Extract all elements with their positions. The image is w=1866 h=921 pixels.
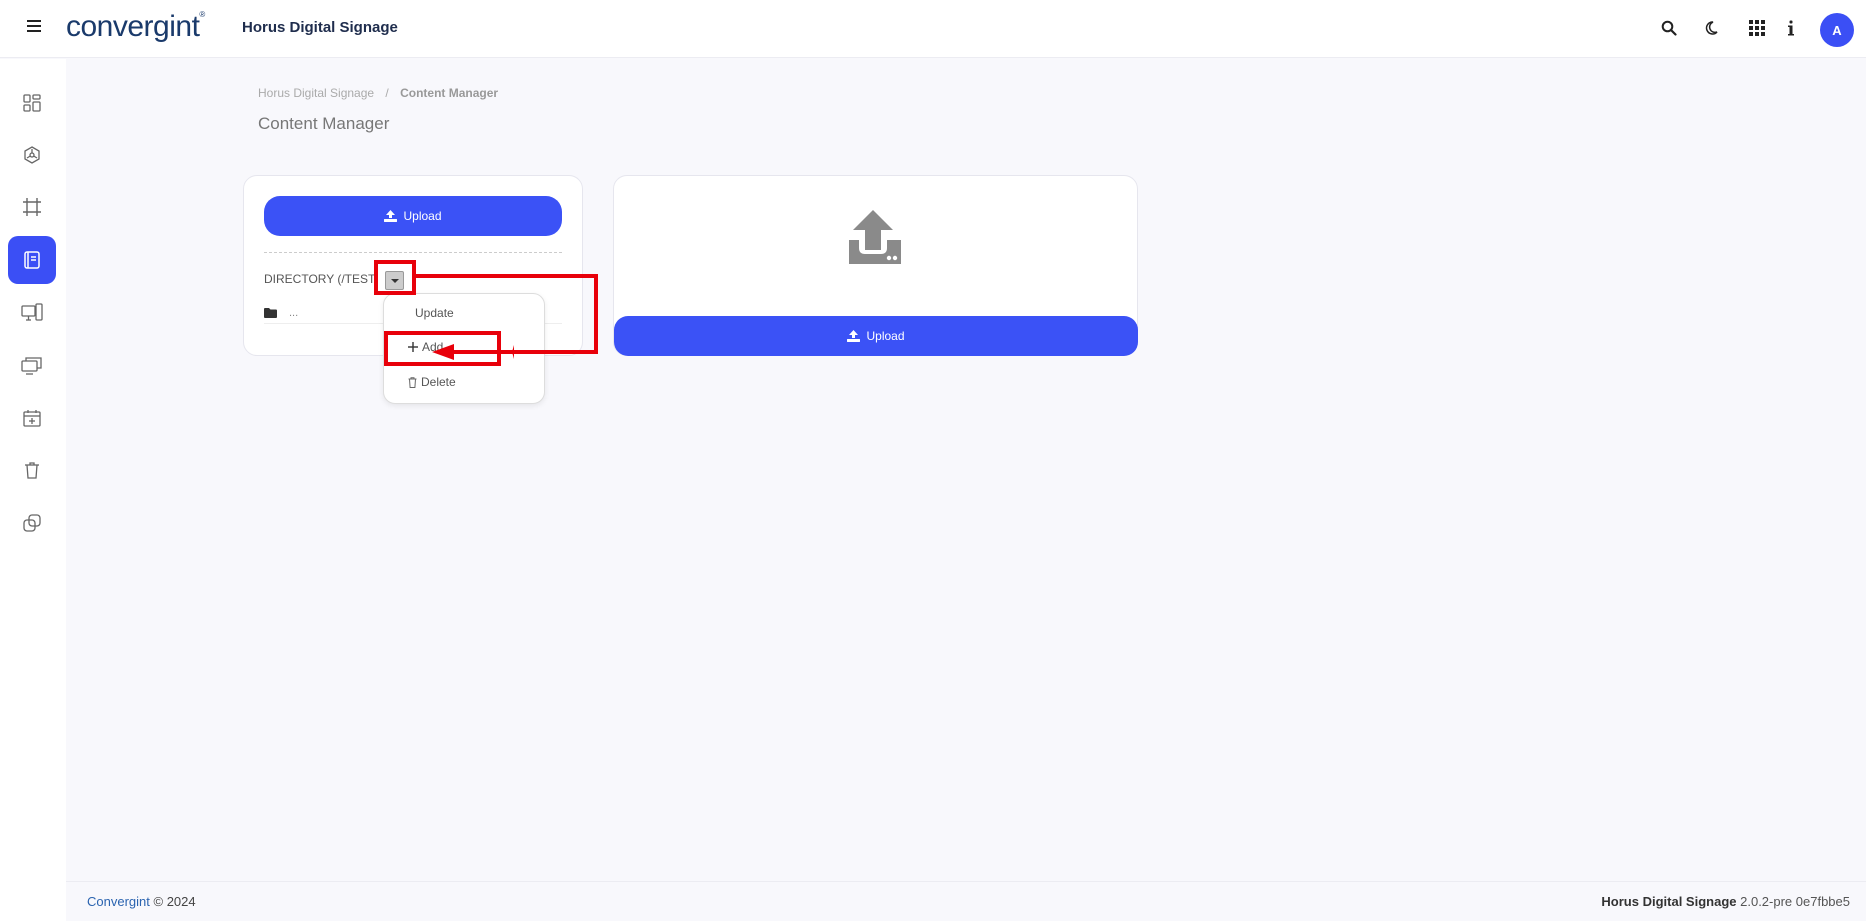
moon-icon[interactable] xyxy=(1700,17,1722,39)
folder-name: ... xyxy=(289,306,299,319)
avatar[interactable]: A xyxy=(1820,13,1854,47)
upload-tray-icon xyxy=(849,210,901,264)
copy-icon xyxy=(23,514,41,532)
dashboard-icon xyxy=(23,94,41,112)
content-manager-icon xyxy=(24,251,40,269)
upload-icon xyxy=(847,330,861,342)
sidebar-item-network[interactable] xyxy=(8,131,56,179)
folder-icon xyxy=(264,307,277,318)
sidebar-item-calendar[interactable] xyxy=(8,394,56,442)
page-title: Content Manager xyxy=(258,114,390,133)
footer-version: Horus Digital Signage 2.0.2-pre 0e7fbbe5 xyxy=(1601,894,1850,909)
breadcrumb-root[interactable]: Horus Digital Signage xyxy=(258,86,374,100)
breadcrumb-current: Content Manager xyxy=(400,86,499,100)
menu-item-delete[interactable]: Delete xyxy=(408,375,456,389)
footer-brand-link[interactable]: Convergint xyxy=(87,894,150,909)
annotation-arrow xyxy=(414,274,598,360)
directory-label: DIRECTORY (/TEST xyxy=(264,272,376,286)
sidebar-item-frame[interactable] xyxy=(8,183,56,231)
hamburger-menu-icon[interactable] xyxy=(27,20,41,34)
footer: Convergint © 2024 Horus Digital Signage … xyxy=(66,881,1866,921)
calendar-add-icon xyxy=(23,410,41,427)
sidebar-item-content-manager[interactable] xyxy=(8,236,56,284)
trash-icon xyxy=(25,462,39,479)
trash-icon xyxy=(408,376,417,388)
search-icon[interactable] xyxy=(1658,17,1680,39)
devices-icon xyxy=(21,303,43,321)
footer-copyright: Convergint © 2024 xyxy=(87,894,196,909)
sidebar xyxy=(0,59,66,921)
upload-card: Upload xyxy=(613,175,1138,356)
apps-grid-icon[interactable] xyxy=(1746,17,1768,39)
top-bar: convergint® Horus Digital Signage A xyxy=(0,0,1866,58)
sidebar-item-displays[interactable] xyxy=(8,341,56,389)
network-icon xyxy=(24,146,40,164)
logo[interactable]: convergint® xyxy=(66,10,205,44)
upload-button-large[interactable]: Upload xyxy=(614,316,1138,356)
highlight-toggle-annotation xyxy=(374,260,416,295)
divider xyxy=(264,252,562,253)
app-title: Horus Digital Signage xyxy=(242,19,398,36)
upload-button[interactable]: Upload xyxy=(264,196,562,236)
info-icon[interactable] xyxy=(1780,17,1802,39)
sidebar-item-dashboard[interactable] xyxy=(8,79,56,127)
sidebar-item-devices[interactable] xyxy=(8,289,56,337)
sidebar-item-copy[interactable] xyxy=(8,499,56,547)
upload-icon xyxy=(384,210,398,222)
frame-icon xyxy=(23,198,41,216)
sidebar-item-trash[interactable] xyxy=(8,446,56,494)
displays-icon xyxy=(21,357,42,375)
breadcrumb: Horus Digital Signage / Content Manager xyxy=(258,86,499,100)
